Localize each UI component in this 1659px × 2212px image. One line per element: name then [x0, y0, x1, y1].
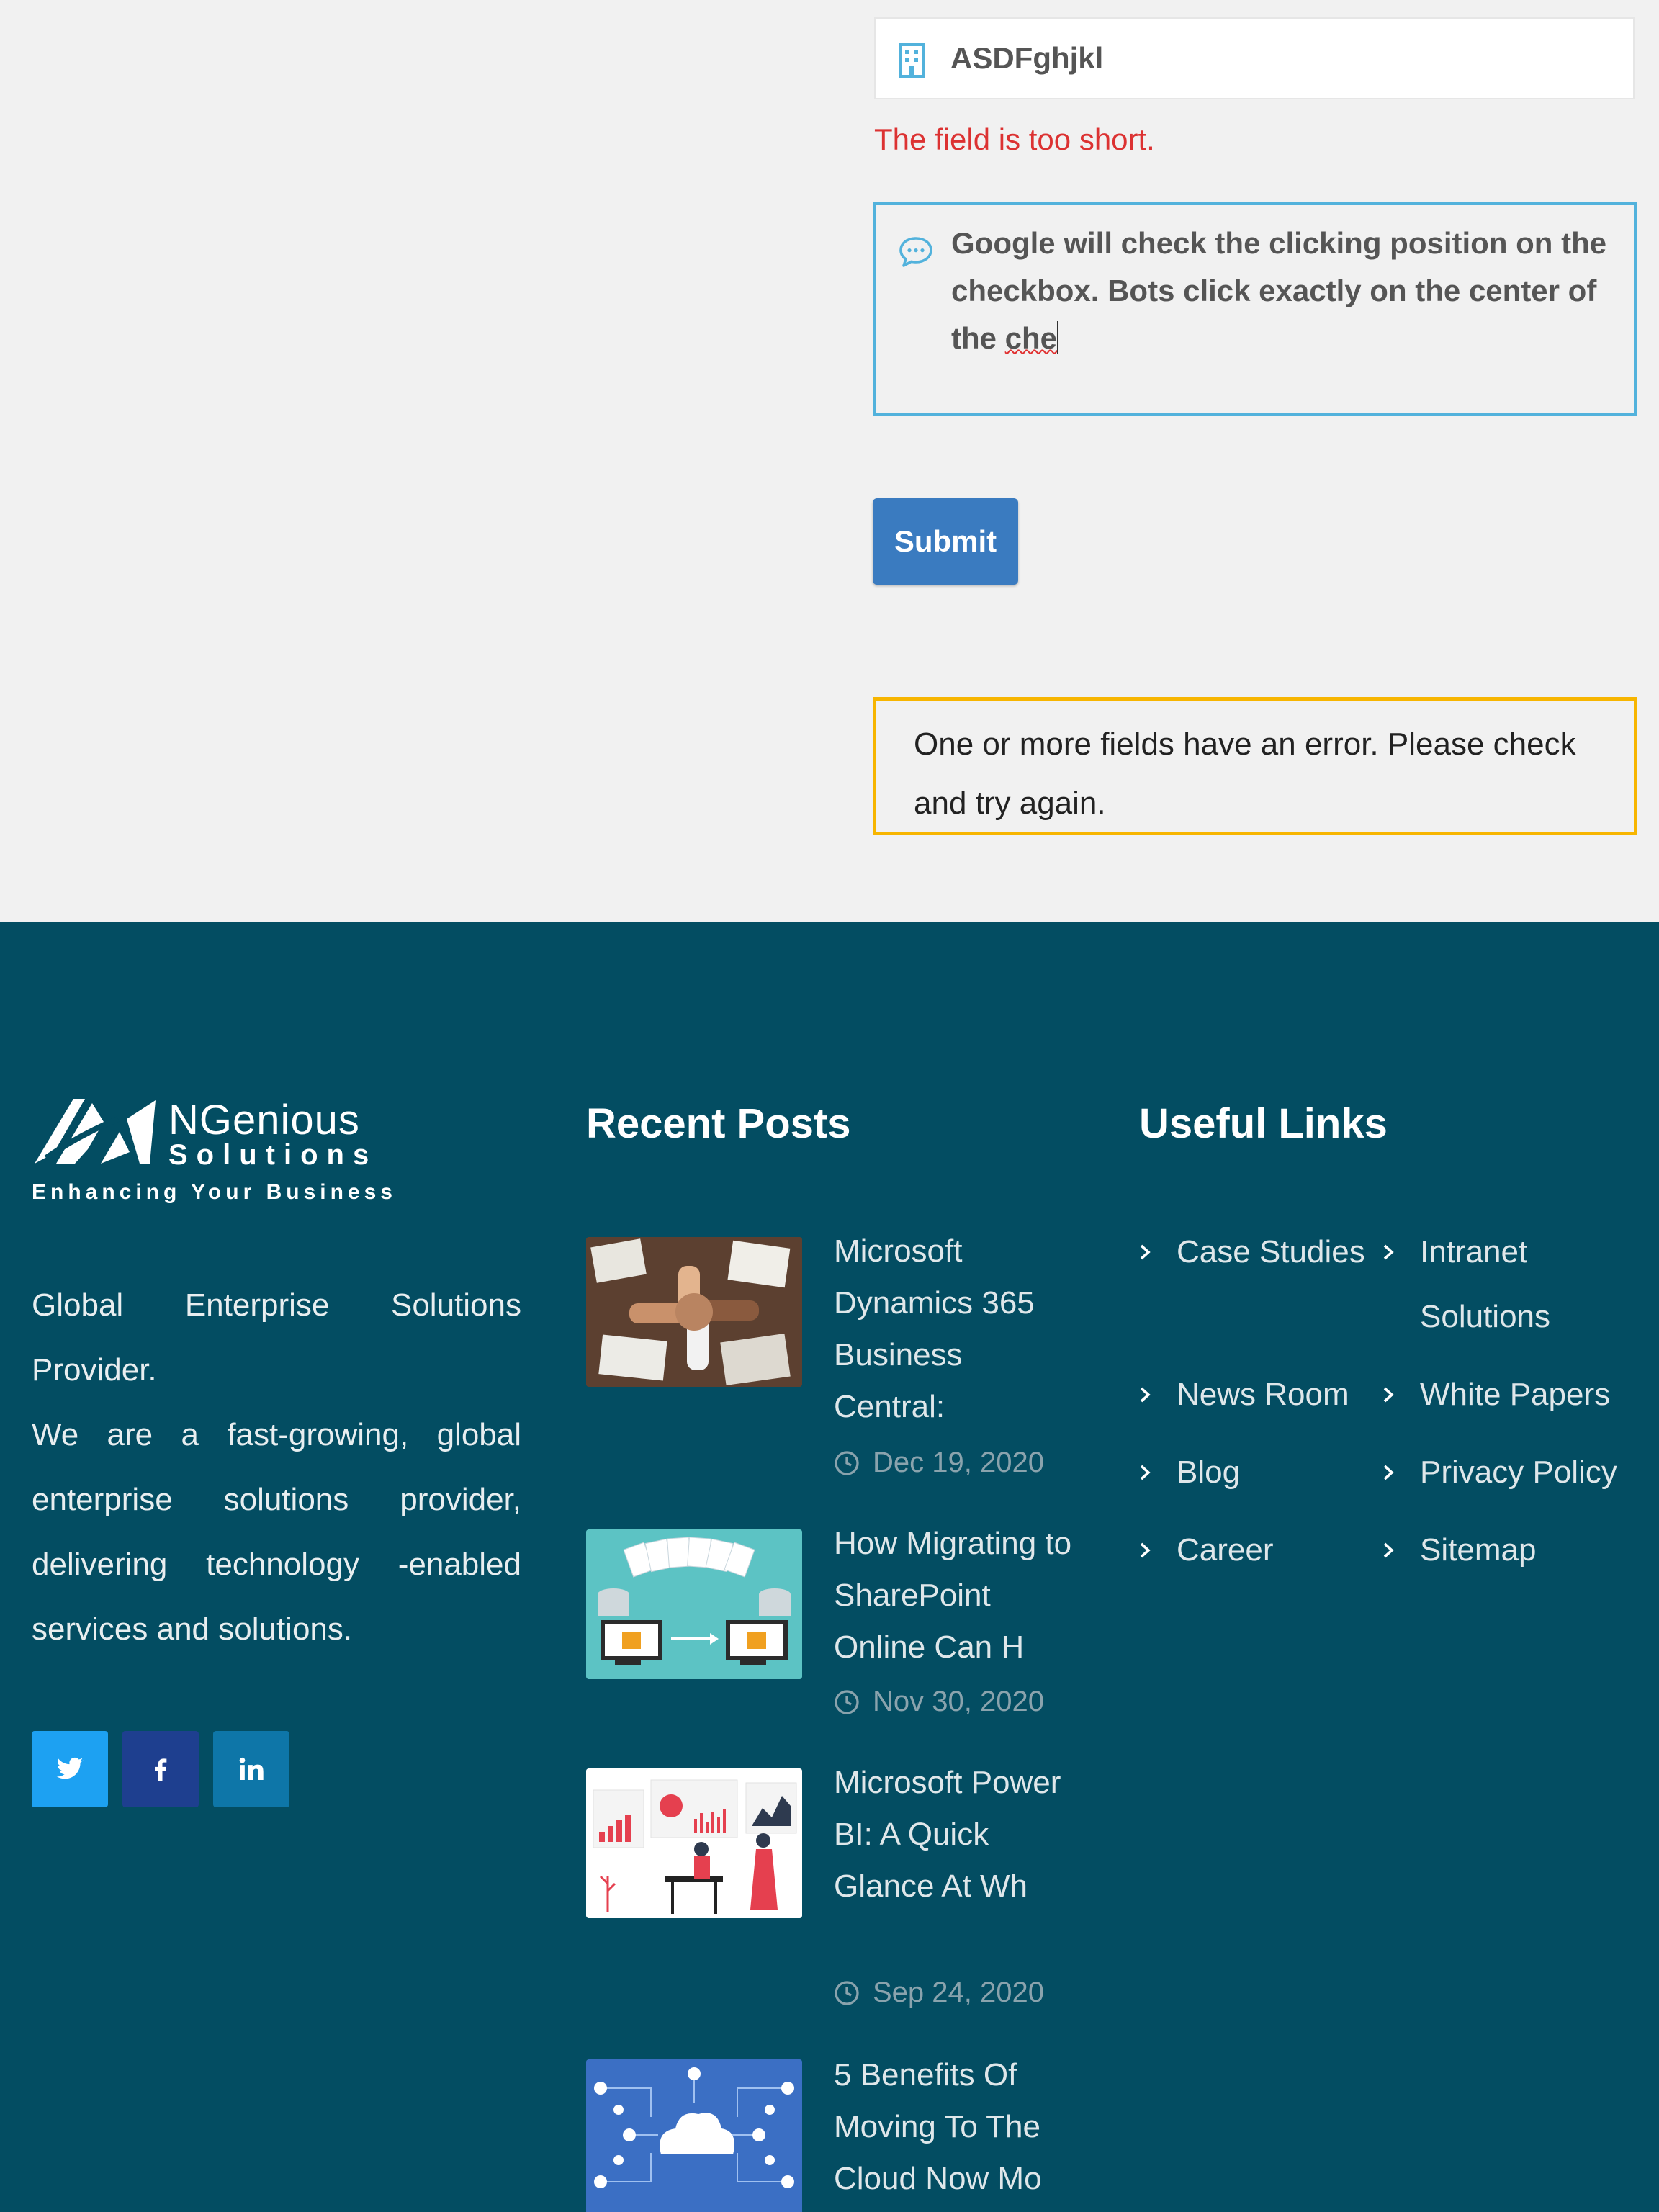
link-label: Intranet Solutions	[1420, 1234, 1551, 1334]
about-text: Global Enterprise Solutions Provider. We…	[32, 1273, 521, 1662]
power-bi-image	[586, 1768, 802, 1918]
linkedin-icon	[239, 1757, 264, 1780]
post-thumbnail-1[interactable]	[586, 1237, 802, 1387]
form-response-message: One or more fields have an error. Please…	[914, 727, 1576, 821]
chevron-right-icon	[1140, 1542, 1151, 1558]
twitter-icon	[56, 1757, 84, 1779]
logo-name: NGenious	[168, 1097, 360, 1143]
link-career[interactable]: Career	[1139, 1518, 1377, 1583]
link-label: Career	[1177, 1532, 1274, 1568]
link-label: Sitemap	[1420, 1532, 1537, 1568]
link-label: White Papers	[1420, 1377, 1611, 1412]
logo-tagline: Enhancing Your Business	[32, 1180, 397, 1204]
post-date-text-2: Nov 30, 2020	[873, 1686, 1044, 1717]
logo-sub: Solutions	[168, 1139, 378, 1171]
building-icon	[899, 43, 925, 78]
link-news-room[interactable]: News Room	[1139, 1362, 1377, 1427]
ngenious-logo[interactable]: NGenious Solutions Enhancing Your Busine…	[32, 1097, 392, 1210]
link-case-studies[interactable]: Case Studies	[1139, 1220, 1377, 1285]
chat-bubble-icon	[899, 237, 932, 267]
post-thumbnail-3[interactable]	[586, 1768, 802, 1918]
post-date-1: Dec 19, 2020	[834, 1444, 1044, 1480]
chevron-right-icon	[1140, 1387, 1151, 1403]
twitter-button[interactable]	[32, 1731, 108, 1807]
cloud-network-image	[586, 2059, 802, 2212]
post-date-3: Sep 24, 2020	[834, 1974, 1044, 2010]
text-caret	[1057, 321, 1059, 354]
post-title-3[interactable]: Microsoft Power BI: A Quick Glance At Wh	[834, 1757, 1079, 1912]
link-sitemap[interactable]: Sitemap	[1382, 1518, 1620, 1583]
useful-links-title: Useful Links	[1139, 1100, 1388, 1147]
misspelled-word: che	[1004, 321, 1058, 355]
post-title-1[interactable]: Microsoft Dynamics 365 Business Central:	[834, 1226, 1079, 1433]
post-thumbnail-2[interactable]	[586, 1529, 802, 1679]
facebook-icon	[155, 1758, 167, 1781]
link-label: Blog	[1177, 1455, 1241, 1490]
company-field[interactable]: ASDFghjkl	[874, 17, 1635, 99]
facebook-button[interactable]	[122, 1731, 199, 1807]
post-date-text-1: Dec 19, 2020	[873, 1447, 1044, 1478]
company-field-value: ASDFghjkl	[950, 41, 1104, 75]
submit-button[interactable]: Submit	[873, 498, 1018, 585]
clock-icon	[835, 1981, 859, 2005]
recent-posts-title: Recent Posts	[586, 1100, 851, 1147]
field-error-tip: The field is too short.	[874, 122, 1155, 156]
chevron-right-icon	[1383, 1387, 1394, 1403]
about-line-1: Global Enterprise Solutions Provider.	[32, 1287, 521, 1388]
about-line-2: We are a fast-growing, global enterprise…	[32, 1417, 521, 1647]
form-response-output: One or more fields have an error. Please…	[873, 697, 1637, 835]
chevron-right-icon	[1140, 1244, 1151, 1260]
clock-icon	[835, 1451, 859, 1475]
link-blog[interactable]: Blog	[1139, 1440, 1377, 1505]
logo-mark-icon	[35, 1099, 156, 1164]
message-textarea-text: Google will check the clicking position …	[951, 226, 1607, 355]
site-footer: NGenious Solutions Enhancing Your Busine…	[0, 922, 1659, 2212]
link-white-papers[interactable]: White Papers	[1382, 1362, 1620, 1427]
clock-icon	[835, 1690, 859, 1714]
message-textarea[interactable]: Google will check the clicking position …	[873, 202, 1637, 416]
post-date-2: Nov 30, 2020	[834, 1683, 1044, 1719]
link-label: Case Studies	[1177, 1234, 1365, 1269]
link-label: Privacy Policy	[1420, 1455, 1617, 1490]
teamwork-fists-image	[586, 1237, 802, 1387]
link-label: News Room	[1177, 1377, 1349, 1412]
chevron-right-icon	[1383, 1542, 1394, 1558]
link-privacy-policy[interactable]: Privacy Policy	[1382, 1440, 1620, 1505]
linkedin-button[interactable]	[213, 1731, 289, 1807]
chevron-right-icon	[1383, 1244, 1394, 1260]
chevron-right-icon	[1140, 1465, 1151, 1480]
post-title-4[interactable]: 5 Benefits Of Moving To The Cloud Now Mo	[834, 2049, 1079, 2205]
link-intranet-solutions[interactable]: Intranet Solutions	[1382, 1220, 1620, 1349]
post-thumbnail-4[interactable]	[586, 2059, 802, 2212]
post-date-text-3: Sep 24, 2020	[873, 1977, 1044, 2008]
migration-image	[586, 1529, 802, 1679]
chevron-right-icon	[1383, 1465, 1394, 1480]
post-title-2[interactable]: How Migrating to SharePoint Online Can H	[834, 1518, 1079, 1673]
